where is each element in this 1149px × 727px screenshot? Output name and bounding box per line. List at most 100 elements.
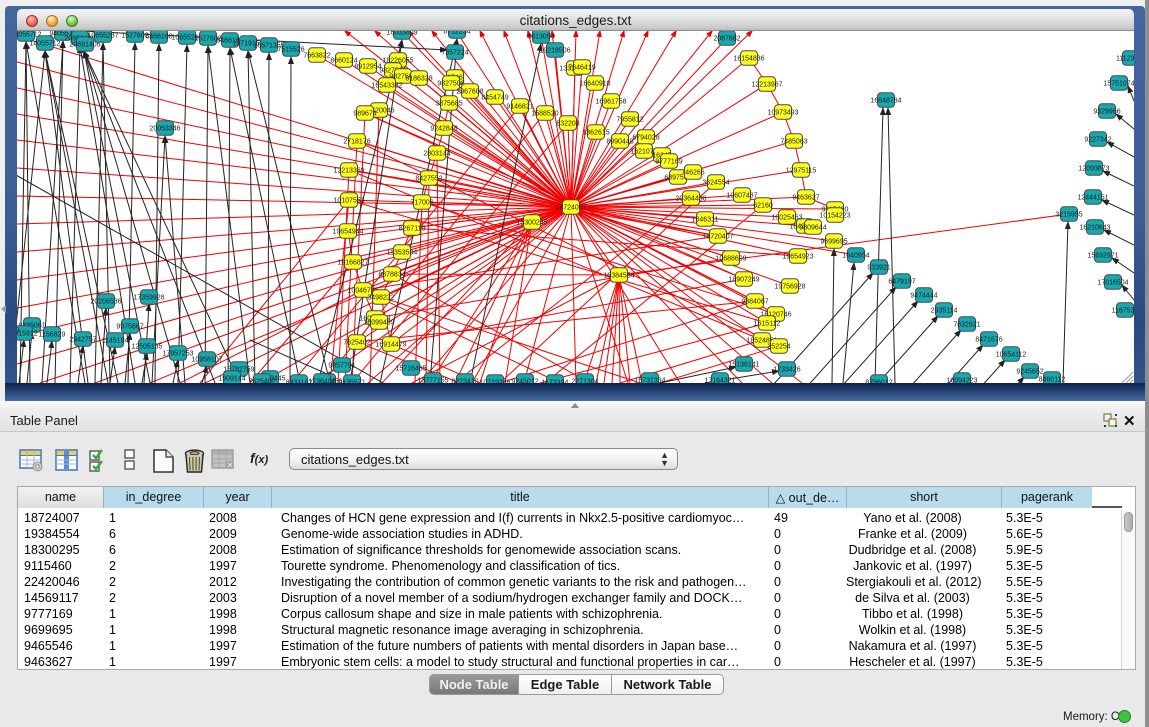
svg-text:933921: 933921	[867, 264, 890, 271]
svg-text:8460112: 8460112	[1039, 376, 1066, 383]
svg-text:10154223: 10154223	[819, 212, 850, 219]
svg-text:2942757: 2942757	[69, 336, 96, 343]
svg-text:7955812: 7955812	[616, 116, 643, 123]
svg-text:15716485: 15716485	[395, 365, 426, 372]
svg-text:16543382: 16543382	[371, 82, 402, 89]
svg-text:19654923: 19654923	[782, 253, 813, 260]
svg-text:10107553: 10107553	[333, 197, 364, 204]
svg-text:1145194: 1145194	[102, 337, 129, 344]
svg-text:8427552: 8427552	[415, 175, 442, 182]
svg-text:10654112: 10654112	[996, 351, 1027, 358]
svg-text:10958107: 10958107	[191, 356, 222, 363]
svg-text:9329966: 9329966	[1093, 108, 1120, 115]
svg-text:1846311: 1846311	[692, 216, 719, 223]
svg-text:17957253: 17957253	[162, 350, 193, 357]
svg-text:12975115: 12975115	[786, 167, 817, 174]
svg-text:11353594: 11353594	[387, 249, 418, 256]
svg-text:9699695: 9699695	[820, 238, 847, 245]
svg-text:18907249: 18907249	[728, 276, 759, 283]
svg-text:939159: 939159	[17, 327, 20, 334]
svg-text:252254: 252254	[767, 343, 790, 350]
svg-text:1156829: 1156829	[39, 331, 66, 338]
svg-text:15720407: 15720407	[702, 233, 733, 240]
svg-text:20053346: 20053346	[149, 125, 180, 132]
svg-text:19218506: 19218506	[539, 47, 570, 54]
svg-text:1909144: 1909144	[218, 375, 245, 382]
svg-text:11123456: 11123456	[1116, 55, 1134, 62]
svg-text:2718176: 2718176	[343, 138, 370, 145]
svg-text:9227342: 9227342	[1084, 136, 1111, 143]
svg-text:15751074: 15751074	[1103, 80, 1134, 87]
svg-text:16154836: 16154836	[733, 55, 764, 62]
svg-text:19654944: 19654944	[332, 228, 363, 235]
svg-text:8878834: 8878834	[378, 271, 405, 278]
svg-text:8186328: 8186328	[405, 75, 432, 82]
svg-text:16648784: 16648784	[870, 97, 901, 104]
svg-text:18724007: 18724007	[555, 204, 586, 211]
svg-text:1733426: 1733426	[773, 366, 800, 373]
svg-text:62160: 62160	[753, 202, 773, 209]
svg-text:746266: 746266	[681, 169, 704, 176]
svg-text:16033809: 16033809	[386, 31, 417, 36]
svg-text:16640910: 16640910	[579, 80, 610, 87]
svg-text:2967608: 2967608	[456, 88, 483, 95]
svg-text:1640954: 1640954	[842, 252, 869, 259]
svg-text:12213967: 12213967	[751, 81, 782, 88]
svg-text:9975867: 9975867	[116, 323, 143, 330]
svg-text:17016504: 17016504	[1097, 279, 1128, 286]
svg-text:16961758: 16961758	[595, 98, 626, 105]
svg-text:19384554: 19384554	[603, 272, 634, 279]
svg-text:9857791: 9857791	[328, 362, 355, 369]
svg-text:16099489: 16099489	[363, 319, 394, 326]
svg-text:15136141: 15136141	[728, 361, 759, 368]
svg-text:9474444: 9474444	[910, 292, 937, 299]
svg-text:10973493: 10973493	[767, 109, 798, 116]
svg-text:14055712: 14055712	[29, 40, 60, 47]
svg-text:7663822: 7663822	[303, 52, 330, 59]
svg-text:2803144: 2803144	[423, 150, 450, 157]
svg-text:3875685: 3875685	[435, 100, 462, 107]
svg-text:1362615: 1362615	[582, 129, 609, 136]
svg-text:9146821: 9146821	[506, 103, 533, 110]
svg-text:12444151: 12444151	[1077, 194, 1108, 201]
svg-text:10607487: 10607487	[726, 192, 757, 199]
svg-text:9809644: 9809644	[799, 224, 826, 231]
svg-text:7632621: 7632621	[953, 321, 980, 328]
svg-text:15300245: 15300245	[516, 219, 547, 226]
svg-text:10655287: 10655287	[87, 32, 118, 39]
svg-text:8454749: 8454749	[481, 94, 508, 101]
svg-text:9242848: 9242848	[430, 125, 457, 132]
svg-text:8712234: 8712234	[443, 31, 470, 35]
svg-text:9884067: 9884067	[741, 298, 768, 305]
svg-text:1588520: 1588520	[531, 110, 558, 117]
svg-text:8813054: 8813054	[527, 33, 554, 40]
svg-text:832203: 832203	[556, 120, 579, 127]
svg-text:19166827: 19166827	[337, 259, 368, 266]
svg-text:717006: 717006	[410, 199, 433, 206]
svg-text:20206536: 20206536	[90, 298, 121, 305]
svg-text:6466160: 6466160	[145, 33, 172, 40]
svg-text:8267110: 8267110	[399, 225, 426, 232]
svg-text:6794028: 6794028	[632, 134, 659, 141]
svg-text:8990448: 8990448	[606, 138, 633, 145]
svg-text:2935114: 2935114	[931, 307, 958, 314]
svg-text:7646419: 7646419	[568, 64, 595, 71]
svg-text:3624554: 3624554	[702, 179, 729, 186]
svg-text:20364436: 20364436	[675, 195, 706, 202]
svg-text:10688609: 10688609	[715, 255, 746, 262]
svg-text:9245652: 9245652	[1016, 368, 1043, 375]
svg-text:12093873: 12093873	[1078, 165, 1109, 172]
svg-text:3498222: 3498222	[367, 294, 394, 301]
svg-text:12505135: 12505135	[131, 343, 162, 350]
svg-text:3915912: 3915912	[17, 330, 38, 337]
svg-text:1615112: 1615112	[754, 320, 781, 327]
svg-text:9463627: 9463627	[792, 194, 819, 201]
svg-text:15692971: 15692971	[1087, 252, 1118, 259]
svg-text:7515526: 7515526	[277, 46, 304, 53]
svg-text:17359928: 17359928	[133, 294, 164, 301]
svg-text:7625402: 7625402	[343, 339, 370, 346]
svg-text:10025463: 10025463	[771, 214, 802, 221]
svg-text:16914479: 16914479	[375, 341, 406, 348]
svg-text:7485063: 7485063	[780, 138, 807, 145]
svg-text:9827508: 9827508	[437, 80, 464, 87]
